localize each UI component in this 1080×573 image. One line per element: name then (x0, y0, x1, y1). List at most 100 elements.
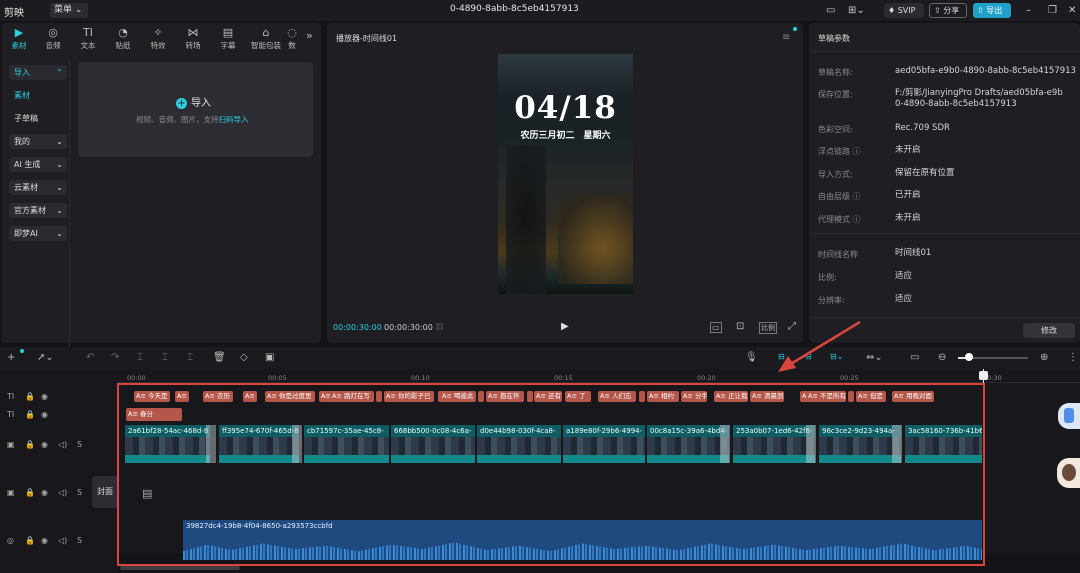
text-clip[interactable]: A≡ 用晚对面 (892, 391, 934, 402)
text-clip[interactable] (376, 391, 382, 402)
solo-icon[interactable]: S (77, 488, 82, 497)
avatar-widget[interactable] (1057, 458, 1080, 488)
left-tab-material[interactable]: 素材 (9, 88, 67, 103)
transition-handle[interactable] (292, 425, 302, 463)
eye-icon[interactable]: ◉ (41, 410, 48, 419)
lock-icon[interactable]: 🔒 (25, 410, 35, 419)
window-layout-icon[interactable]: ⊞⌄ (848, 3, 865, 18)
add-track-icon[interactable]: + (7, 352, 15, 363)
zoom-out-icon[interactable]: ⊖ (938, 352, 946, 363)
text-clip[interactable] (478, 391, 484, 402)
lock-icon[interactable]: 🔒 (25, 536, 35, 545)
preview-quality-icon[interactable]: ▭ (710, 322, 722, 333)
text-clip[interactable]: A≡ 路灯在写 (330, 391, 374, 402)
text-clip[interactable]: A≡ (243, 391, 257, 402)
h-scrollbar[interactable] (120, 566, 240, 570)
player-menu-icon[interactable]: ≡ (782, 32, 790, 43)
video-clip[interactable]: 2a61bf28-54ac-468d-8 (125, 425, 210, 463)
video-clip[interactable]: 253a0b07-1ed6-42f6- (733, 425, 815, 463)
timecode-icon[interactable]: ▥ (435, 322, 444, 332)
crop-icon[interactable]: ⊡ (736, 321, 744, 332)
scan-import-link[interactable]: 扫码导入 (219, 115, 249, 124)
main-menu-button[interactable]: 菜单 ⌄ (50, 3, 88, 18)
maximize-icon[interactable]: ❐ (1048, 3, 1057, 18)
tab-sticker[interactable]: ◔ 贴纸 (108, 26, 138, 51)
text-clip[interactable]: A≡ 你的影子已 (384, 391, 434, 402)
text-clip[interactable]: A≡ 清晨到 (750, 391, 784, 402)
select-tool-icon[interactable]: ➚⌄ (37, 352, 54, 363)
more-options-icon[interactable]: ⋮ (1068, 352, 1078, 363)
text-clip[interactable] (848, 391, 854, 402)
share-button[interactable]: ⇪ 分享 (929, 3, 967, 18)
tab-text[interactable]: TI 文本 (73, 26, 103, 51)
video-clip[interactable]: 00c8a15c-39a6-4bd4- (647, 425, 729, 463)
text-clip[interactable]: A≡ 还有 (534, 391, 562, 402)
text-clip[interactable]: A≡ 了 (565, 391, 591, 402)
minimize-icon[interactable]: – (1026, 3, 1031, 18)
left-tab-cloud[interactable]: 云素材 ⌄ (9, 180, 67, 195)
zoom-in-icon[interactable]: ⊕ (1040, 352, 1048, 363)
shield-icon[interactable]: ◇ (240, 352, 248, 363)
redo-icon[interactable]: ↷ (111, 352, 119, 363)
transition-handle[interactable] (720, 425, 730, 463)
eye-icon[interactable]: ◉ (41, 392, 48, 401)
transition-handle[interactable] (206, 425, 216, 463)
tab-more[interactable]: ◌ 数 (285, 26, 299, 51)
left-tab-import[interactable]: 导入 ⌃ (9, 65, 67, 80)
close-icon[interactable]: ✕ (1068, 3, 1076, 18)
text-clip[interactable]: A≡ 相约 (647, 391, 679, 402)
text-clip[interactable] (639, 391, 645, 402)
mute-icon[interactable]: ◁) (58, 488, 67, 497)
solo-icon[interactable]: S (77, 440, 82, 449)
text-clip[interactable]: A≡ 正让我 (714, 391, 748, 402)
audio-clip[interactable]: 39827dc4-19b8-4f04-8650-a293573ccbfd (183, 520, 982, 560)
import-button[interactable]: + 导入 (176, 94, 211, 109)
svip-button[interactable]: ♦ SVIP (884, 3, 924, 18)
mute-icon[interactable]: ◁) (58, 440, 67, 449)
align-icon[interactable]: ⇔⌄ (866, 352, 883, 363)
text-clip[interactable]: A≡ 抱在怀 (486, 391, 524, 402)
left-tab-official[interactable]: 官方素材 ⌄ (9, 203, 67, 218)
cover-button[interactable]: 封面 (92, 476, 118, 508)
transition-handle[interactable] (806, 425, 816, 463)
video-clip[interactable]: 668bb500-0c08-4c6a- (391, 425, 475, 463)
playhead-handle[interactable] (979, 371, 988, 380)
tab-effect[interactable]: ✧ 特效 (143, 26, 173, 51)
caption-gen-icon[interactable]: ▭ (910, 352, 919, 363)
video-clip[interactable]: d0e44b98-030f-4ca8- (477, 425, 561, 463)
tab-audio[interactable]: ◎ 音频 (38, 26, 68, 51)
text-clip[interactable]: A≡ 春分 (126, 408, 182, 421)
time-ruler[interactable] (118, 369, 1080, 383)
modify-button[interactable]: 修改 (1023, 323, 1075, 338)
tab-transition[interactable]: ⋈ 转场 (178, 26, 208, 51)
delete-icon[interactable]: 🗑 (213, 352, 226, 363)
tab-smart-pack[interactable]: ⌂ 智能包装 (248, 26, 284, 51)
lock-icon[interactable]: 🔒 (25, 488, 35, 497)
eye-icon[interactable]: ◉ (41, 536, 48, 545)
lock-icon[interactable]: 🔒 (25, 440, 35, 449)
solo-icon[interactable]: S (77, 536, 82, 545)
transition-handle[interactable] (892, 425, 902, 463)
left-tab-sub-draft[interactable]: 子草稿 (9, 111, 67, 126)
left-tab-mine[interactable]: 我的 ⌄ (9, 134, 67, 149)
text-clip[interactable]: A≡ (175, 391, 189, 402)
text-clip[interactable]: A≡ 人们忘 (598, 391, 636, 402)
video-clip[interactable]: 96c3ce2-9d23-494a- (819, 425, 901, 463)
video-clip[interactable]: 3ac58160-736b-41b6 (905, 425, 982, 463)
tab-media[interactable]: ▶ 素材 (4, 26, 34, 51)
zoom-slider-thumb[interactable] (965, 353, 973, 361)
left-tab-ai-gen[interactable]: AI 生成 ⌄ (9, 157, 67, 172)
mute-icon[interactable]: ◁) (58, 536, 67, 545)
layout-icon[interactable]: ▭ (826, 3, 835, 18)
text-clip[interactable]: A≡ 喝彼此 (440, 391, 476, 402)
undo-icon[interactable]: ↶ (86, 352, 94, 363)
mic-icon[interactable]: 🎙 (745, 352, 758, 363)
text-clip[interactable]: A≡ 分手 (681, 391, 707, 402)
video-clip[interactable]: cb71597c-35ae-45c8- (304, 425, 389, 463)
split-icon[interactable]: ⌶ (137, 352, 143, 363)
eye-icon[interactable]: ◉ (41, 488, 48, 497)
playhead[interactable] (983, 369, 984, 573)
left-tab-jimeng[interactable]: 即梦AI ⌄ (9, 226, 67, 241)
expand-icon[interactable]: » (306, 29, 313, 42)
play-icon[interactable]: ▶ (561, 321, 569, 332)
